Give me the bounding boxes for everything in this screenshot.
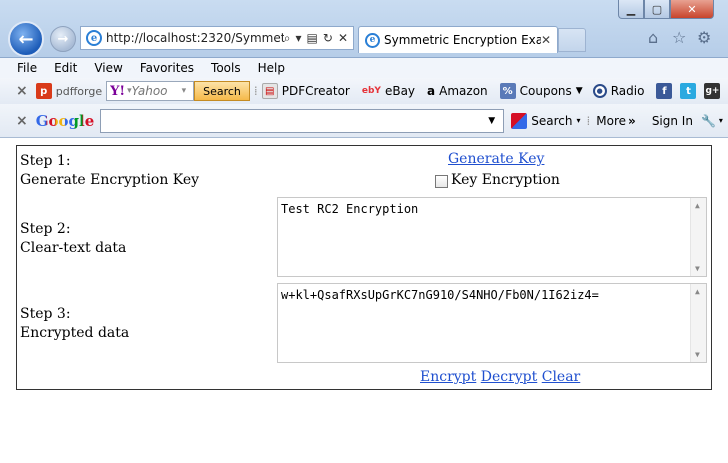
step1-label: Step 1: Generate Encryption Key — [20, 153, 200, 188]
new-tab-button[interactable] — [558, 28, 586, 52]
step2-label: Step 2: Clear-text data — [20, 221, 127, 256]
step1-description: Generate Encryption Key — [20, 172, 200, 188]
sign-in-link[interactable]: Sign In — [652, 114, 693, 128]
separator-icon: ⁞ — [586, 113, 591, 128]
pdfcreator-link[interactable]: PDFCreator — [282, 84, 350, 98]
wrench-icon[interactable]: 🔧 — [701, 114, 716, 128]
yahoo-logo: Y! — [110, 83, 126, 99]
twitter-icon[interactable]: t — [680, 83, 697, 99]
dropdown-icon[interactable]: ▾ — [296, 31, 302, 45]
coupons-link[interactable]: Coupons — [520, 84, 572, 98]
browser-tab[interactable]: e Symmetric Encryption Exa... ✕ — [358, 26, 558, 53]
close-window-button[interactable]: ✕ — [670, 0, 714, 19]
key-encryption-checkbox[interactable] — [435, 175, 448, 188]
scrollbar[interactable]: ▲ ▼ — [690, 284, 706, 362]
menu-bar: File Edit View Favorites Tools Help — [0, 58, 728, 78]
close-toolbar-icon[interactable]: × — [16, 113, 28, 129]
coupons-icon: % — [499, 83, 516, 99]
back-button[interactable]: ← — [8, 21, 44, 57]
menu-edit[interactable]: Edit — [54, 61, 77, 75]
encrypt-link[interactable]: Encrypt — [420, 369, 476, 385]
google-plus-icon[interactable]: g+ — [704, 83, 721, 99]
amazon-icon: a — [427, 84, 436, 98]
double-chevron-right-icon[interactable]: » — [628, 114, 636, 128]
chevron-down-icon[interactable]: ▾ — [719, 116, 723, 125]
pdfforge-icon: p — [35, 83, 52, 99]
amazon-link[interactable]: Amazon — [439, 84, 488, 98]
tab-title: Symmetric Encryption Exa... — [384, 33, 541, 47]
yahoo-search-input[interactable] — [131, 84, 182, 98]
forward-button[interactable]: → — [50, 26, 76, 52]
radio-link[interactable]: Radio — [611, 84, 645, 98]
pdfcreator-icon: ▤ — [261, 83, 278, 99]
action-links: Encrypt Decrypt Clear — [420, 369, 580, 385]
chevron-down-icon[interactable]: ▾ — [576, 116, 580, 125]
menu-tools[interactable]: Tools — [211, 61, 241, 75]
google-search-icon — [511, 112, 528, 129]
close-toolbar-icon[interactable]: × — [16, 83, 28, 99]
arrow-left-icon: ← — [18, 28, 34, 50]
menu-help[interactable]: Help — [258, 61, 285, 75]
scrollbar[interactable]: ▲ ▼ — [690, 198, 706, 276]
clear-link[interactable]: Clear — [542, 369, 581, 385]
step3-description: Encrypted data — [20, 325, 130, 341]
favorites-star-icon[interactable]: ☆ — [672, 28, 686, 47]
ebay-icon: ebY — [361, 86, 381, 96]
clear-text-value: Test RC2 Encryption — [281, 202, 419, 216]
generate-key-link[interactable]: Generate Key — [448, 151, 544, 167]
clear-text-textarea[interactable]: Test RC2 Encryption ▲ ▼ — [277, 197, 707, 277]
radio-icon: ● — [592, 84, 607, 98]
menu-view[interactable]: View — [94, 61, 122, 75]
google-search-input[interactable] — [100, 108, 505, 133]
key-encryption-label: Key Encryption — [451, 172, 560, 188]
address-url[interactable]: http://localhost:2320/Symmetr — [106, 31, 284, 45]
toolbar-row: × p pdfforge Y! ▾ ▾ Search ⁞ ▤ PDFCreato… — [0, 78, 728, 104]
google-toolbar: × Google ▼ Search ▾ ⁞ More » Sign In 🔧 ▾ — [0, 104, 728, 138]
search-icon[interactable]: ⌕ — [284, 31, 291, 46]
arrow-right-icon: → — [57, 31, 69, 47]
menu-file[interactable]: File — [17, 61, 37, 75]
encrypted-text-value: w+kl+QsafRXsUpGrKC7nG910/S4NHO/Fb0N/1I62… — [281, 288, 599, 302]
chevron-down-icon[interactable]: ▾ — [182, 86, 187, 96]
chevron-down-icon[interactable]: ▼ — [488, 116, 495, 126]
minimize-button[interactable]: ▁ — [618, 0, 644, 19]
stop-icon[interactable]: ✕ — [338, 31, 348, 45]
menu-favorites[interactable]: Favorites — [140, 61, 194, 75]
encrypted-text-textarea[interactable]: w+kl+QsafRXsUpGrKC7nG910/S4NHO/Fb0N/1I62… — [277, 283, 707, 363]
yahoo-search-box[interactable]: Y! ▾ ▾ — [106, 81, 195, 101]
decrypt-link[interactable]: Decrypt — [481, 369, 538, 385]
maximize-button[interactable]: ▢ — [644, 0, 670, 19]
tools-gear-icon[interactable]: ⚙ — [697, 28, 711, 47]
ebay-link[interactable]: eBay — [385, 84, 415, 98]
tab-close-icon[interactable]: ✕ — [541, 33, 551, 47]
google-logo[interactable]: Google — [36, 112, 95, 130]
yahoo-search-button[interactable]: Search — [194, 81, 250, 101]
google-search-button[interactable]: Search — [531, 114, 572, 128]
home-icon[interactable]: ⌂ — [648, 28, 658, 47]
step3-label: Step 3: Encrypted data — [20, 306, 130, 341]
pdfforge-label[interactable]: pdfforge — [56, 85, 102, 98]
chevron-down-icon[interactable]: ▼ — [576, 86, 583, 96]
refresh-icon[interactable]: ↻ — [323, 31, 333, 45]
ie-tab-icon: e — [365, 32, 380, 48]
step2-description: Clear-text data — [20, 240, 127, 256]
address-bar[interactable]: e http://localhost:2320/Symmetr ⌕ ▾ ▤ ↻ … — [80, 26, 354, 50]
more-button[interactable]: More — [596, 114, 626, 128]
compat-view-icon[interactable]: ▤ — [307, 31, 318, 45]
facebook-icon[interactable]: f — [656, 83, 673, 99]
separator-icon: ⁞ — [253, 84, 258, 98]
ie-page-icon: e — [86, 30, 102, 46]
